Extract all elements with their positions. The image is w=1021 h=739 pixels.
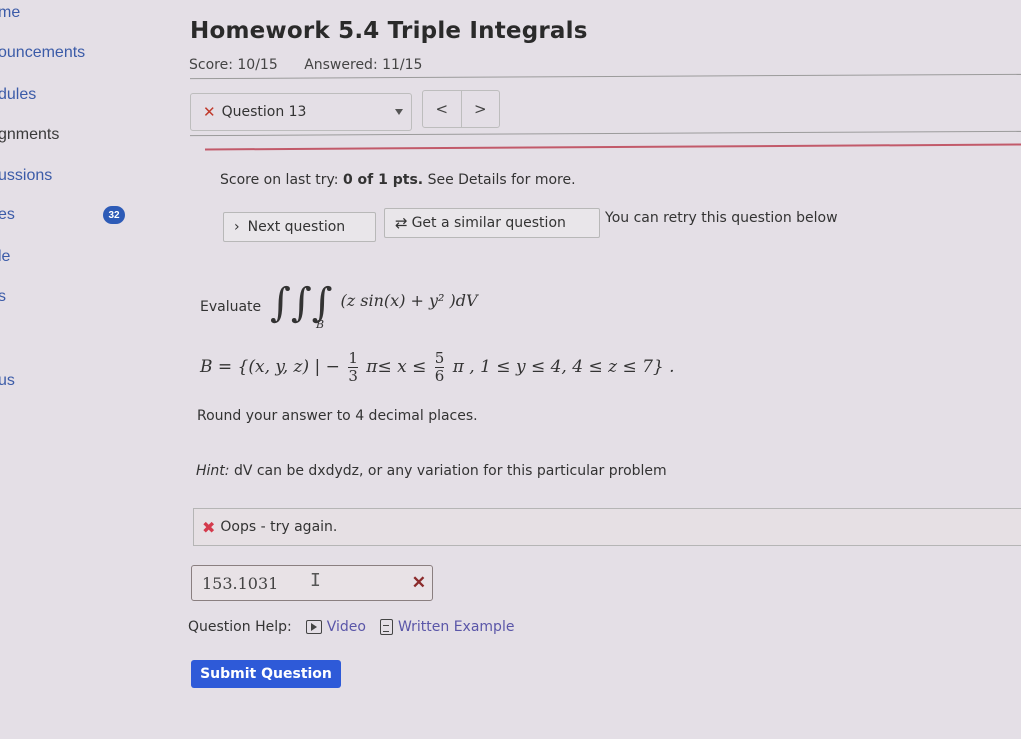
question-status-divider <box>205 143 1021 151</box>
similar-question-label: Get a similar question <box>411 215 566 231</box>
header-divider <box>190 73 1021 80</box>
assignment-score-line: Score: 10/15 Answered: 11/15 <box>189 57 444 73</box>
assignment-main: Homework 5.4 Triple Integrals Score: 10/… <box>0 0 1021 739</box>
x-upper-fraction: 56 <box>434 349 445 385</box>
error-x-icon: ✖ <box>202 517 216 537</box>
similar-question-button[interactable]: ⇄ Get a similar question <box>384 208 600 238</box>
region-suffix: π , 1 ≤ y ≤ 4, 4 ≤ z ≤ 7} . <box>452 357 675 377</box>
chevron-right-icon: › <box>234 219 240 235</box>
question-selector[interactable]: ✕ Question 13 <box>190 93 412 131</box>
text-cursor-icon: I <box>310 570 321 591</box>
x-lower-denominator: 3 <box>348 367 358 385</box>
region-subscript: B <box>316 318 325 331</box>
written-example-label: Written Example <box>397 619 515 635</box>
x-upper-denominator: 6 <box>434 367 445 385</box>
chevron-down-icon <box>395 109 403 115</box>
written-example-link[interactable]: Written Example <box>379 619 515 635</box>
submit-question-button[interactable]: Submit Question <box>191 660 341 688</box>
answer-input[interactable] <box>202 573 382 593</box>
evaluate-label: Evaluate <box>200 299 262 315</box>
next-question-button[interactable]: › Next question <box>223 212 376 242</box>
incorrect-message: Oops - try again. <box>220 519 338 535</box>
last-try-score: Score on last try: 0 of 1 pts. See Detai… <box>220 172 576 188</box>
x-upper-numerator: 5 <box>434 349 445 368</box>
hint-body: dV can be dxdydz, or any variation for t… <box>229 463 667 479</box>
last-try-points: 0 of 1 pts. <box>342 172 424 188</box>
integrand: (z sin(x) + y² )dV <box>340 291 478 310</box>
video-link-label: Video <box>326 619 366 635</box>
incorrect-feedback: ✖ Oops - try again. <box>193 508 1021 546</box>
hint-label: Hint: <box>196 463 230 479</box>
document-icon <box>379 619 393 635</box>
rounding-instruction: Round your answer to 4 decimal places. <box>197 408 478 424</box>
next-question-arrow-button[interactable]: > <box>460 91 500 127</box>
question-help-label: Question Help: <box>188 619 292 635</box>
page-title: Homework 5.4 Triple Integrals <box>190 18 588 44</box>
refresh-icon: ⇄ <box>395 214 408 232</box>
retry-message: You can retry this question below <box>605 210 838 226</box>
nav-divider <box>190 130 1021 137</box>
triple-integral: ∫∫∫ B (z sin(x) + y² )dV <box>270 280 478 331</box>
question-help: Question Help: Video Written Example <box>188 619 514 635</box>
x-lower-numerator: 1 <box>348 349 358 368</box>
x-bound-middle: π≤ x ≤ <box>366 357 427 377</box>
score-text: Score: 10/15 <box>189 57 278 73</box>
region-prefix: B = {(x, y, z) | − <box>200 357 340 377</box>
last-try-label: Score on last try: <box>220 172 343 188</box>
region-definition: B = {(x, y, z) | − 13 π≤ x ≤ 56 π , 1 ≤ … <box>200 350 675 385</box>
x-lower-fraction: 13 <box>348 350 358 385</box>
last-try-details: See Details for more. <box>423 172 576 188</box>
answered-text: Answered: 11/15 <box>304 57 423 73</box>
video-help-link[interactable]: Video <box>305 619 366 635</box>
question-selector-value: Question 13 <box>221 104 307 120</box>
next-question-label: Next question <box>247 219 346 235</box>
incorrect-x-icon: ✕ <box>411 573 426 593</box>
hint-text: Hint: dV can be dxdydz, or any variation… <box>196 463 667 479</box>
x-icon: ✕ <box>203 103 216 121</box>
video-icon <box>305 620 322 634</box>
previous-question-button[interactable]: < <box>423 91 461 127</box>
question-pager: < > <box>422 90 500 128</box>
